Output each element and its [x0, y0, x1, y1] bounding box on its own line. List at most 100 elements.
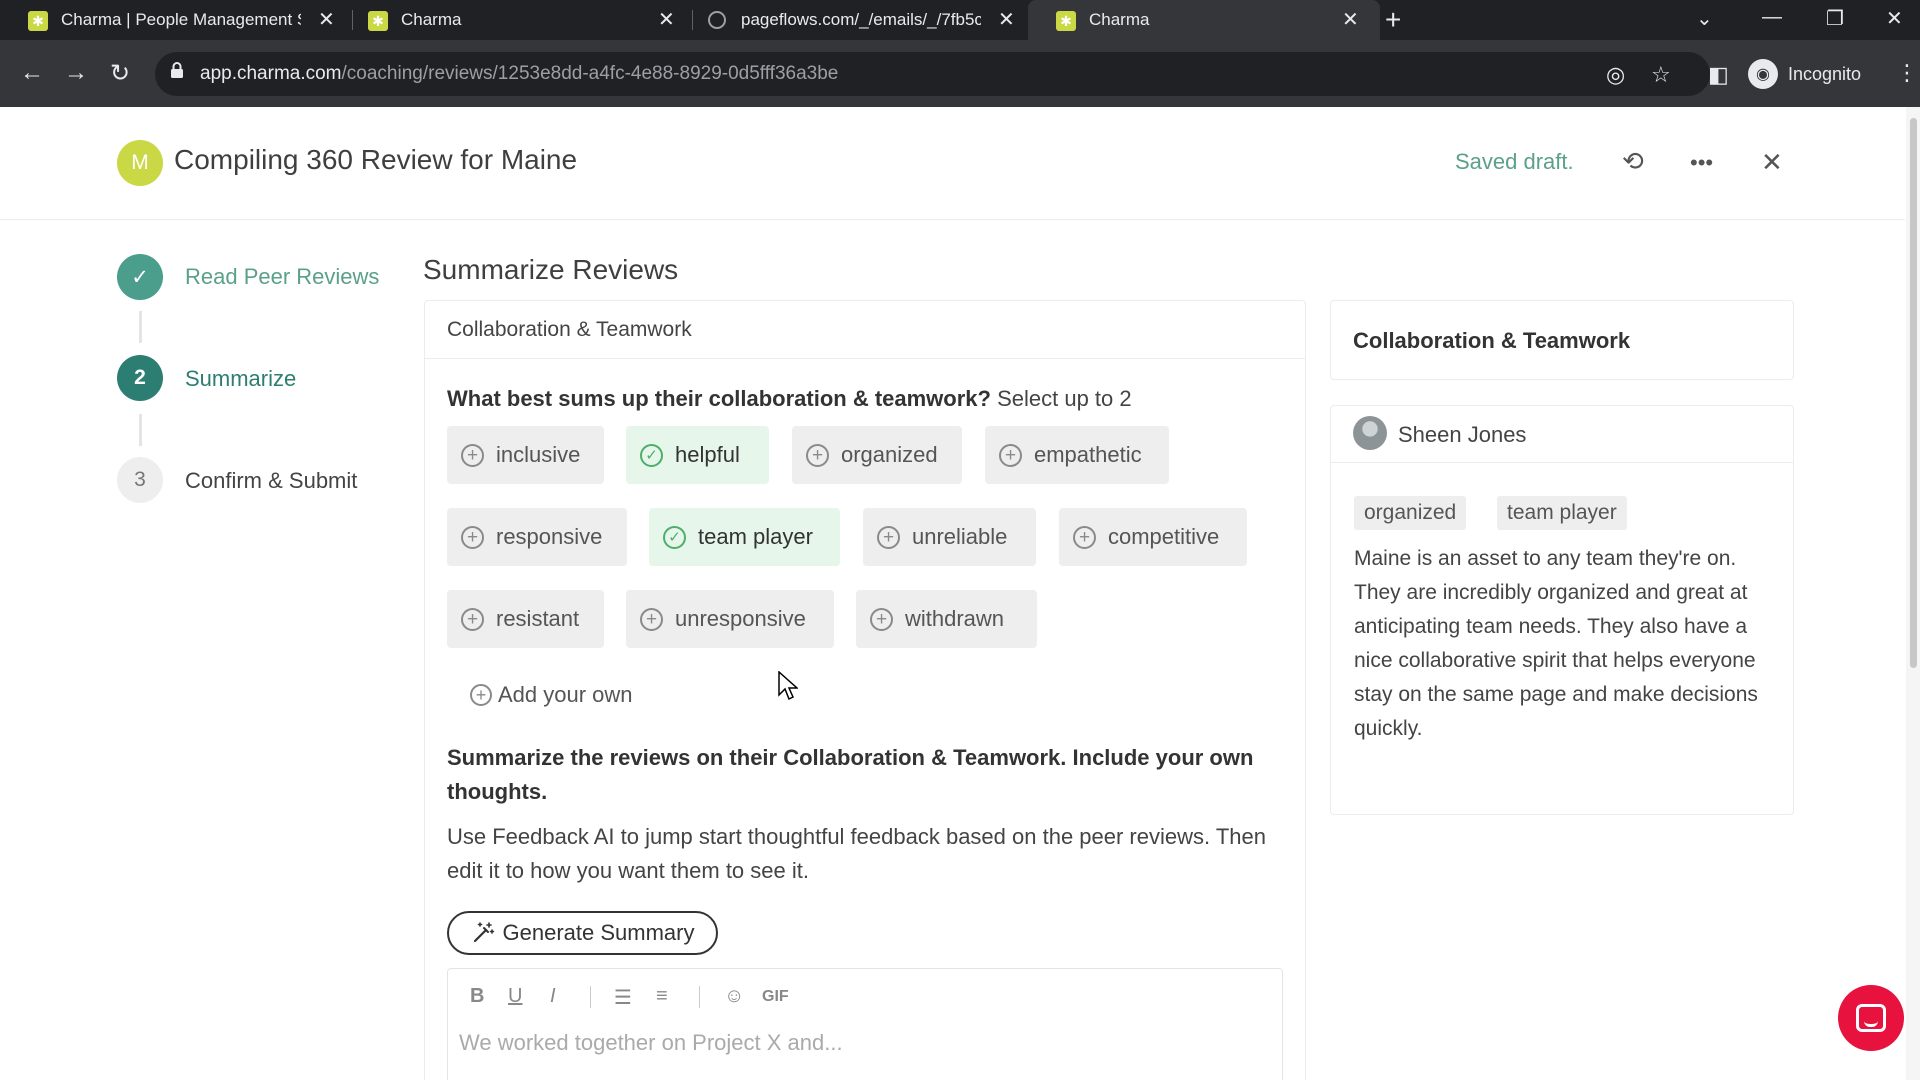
- editor-placeholder[interactable]: We worked together on Project X and...: [459, 1030, 843, 1056]
- chip-withdrawn[interactable]: + withdrawn: [856, 590, 1037, 648]
- mouse-cursor-icon: [778, 671, 798, 701]
- reviewer-name: Sheen Jones: [1398, 422, 1527, 447]
- step-read-peer-reviews[interactable]: Read Peer Reviews: [185, 264, 379, 290]
- step-3-number: 3: [117, 457, 163, 503]
- scrollbar-thumb[interactable]: [1910, 118, 1917, 668]
- summary-prompt: Summarize the reviews on their Collabora…: [447, 745, 1254, 804]
- browser-tab-2[interactable]: ✱ Charma ✕: [340, 0, 692, 40]
- tab-search-icon[interactable]: ⌄: [1696, 6, 1713, 31]
- step-2-number: 2: [117, 355, 163, 401]
- add-your-own-button[interactable]: + Add your own: [470, 682, 633, 708]
- browser-tab-1[interactable]: ✱ Charma | People Management S ✕: [0, 0, 352, 40]
- incognito-icon: ◉: [1748, 59, 1778, 89]
- step-summarize[interactable]: Summarize: [185, 366, 296, 392]
- step-connector: [139, 414, 142, 446]
- chip-label: helpful: [675, 442, 740, 467]
- chip-label: competitive: [1108, 524, 1220, 549]
- chip-helpful[interactable]: ✓ helpful: [626, 426, 769, 484]
- browser-menu-icon[interactable]: ⋮: [1896, 60, 1918, 86]
- question-hint: Select up to 2: [997, 386, 1132, 411]
- bold-button[interactable]: B: [470, 985, 484, 1008]
- incognito-profile[interactable]: ◉ Incognito: [1748, 56, 1861, 92]
- italic-button[interactable]: I: [550, 985, 556, 1008]
- card-title: Collaboration & Teamwork: [447, 318, 692, 341]
- topic-panel-title: Collaboration & Teamwork: [1353, 328, 1631, 353]
- step-confirm-submit[interactable]: Confirm & Submit: [185, 468, 357, 494]
- generate-summary-label: Generate Summary: [502, 920, 695, 945]
- check-circle-icon: ✓: [640, 443, 663, 467]
- url-text[interactable]: app.charma.com/coaching/reviews/1253e8dd…: [200, 63, 838, 85]
- eye-off-icon[interactable]: ◎: [1606, 62, 1625, 88]
- chat-icon: [1856, 1004, 1886, 1032]
- save-status: Saved draft.: [1455, 149, 1574, 174]
- add-circle-icon: +: [1073, 525, 1096, 549]
- add-circle-icon: +: [461, 525, 484, 549]
- chip-resistant[interactable]: + resistant: [447, 590, 604, 648]
- history-icon[interactable]: ⟲: [1622, 146, 1644, 177]
- chip-responsive[interactable]: + responsive: [447, 508, 627, 566]
- add-circle-icon: +: [470, 684, 492, 706]
- forward-icon[interactable]: →: [64, 59, 88, 87]
- generate-summary-button[interactable]: Generate Summary: [447, 911, 718, 955]
- underline-button[interactable]: U: [508, 985, 522, 1008]
- browser-tab-3[interactable]: pageflows.com/_/emails/_/7fb5c ✕: [680, 0, 1032, 40]
- add-circle-icon: +: [870, 607, 893, 631]
- more-options-icon[interactable]: •••: [1690, 150, 1713, 176]
- review-text: Maine is an asset to any team they're on…: [1354, 547, 1758, 740]
- numbered-list-icon[interactable]: ≡: [656, 985, 668, 1008]
- chip-label: inclusive: [496, 442, 581, 467]
- add-circle-icon: +: [461, 443, 484, 467]
- close-tab-icon[interactable]: ✕: [658, 7, 675, 32]
- review-tag: team player: [1497, 496, 1627, 530]
- restore-icon[interactable]: ❐: [1826, 6, 1844, 31]
- chip-organized[interactable]: + organized: [792, 426, 962, 484]
- close-tab-icon[interactable]: ✕: [1342, 7, 1359, 32]
- star-icon[interactable]: ☆: [1651, 62, 1671, 88]
- chip-label: responsive: [496, 524, 603, 549]
- chip-empathetic[interactable]: + empathetic: [985, 426, 1169, 484]
- url-host: app.charma.com: [200, 63, 342, 84]
- add-circle-icon: +: [461, 607, 484, 631]
- step-1-check-icon: ✓: [117, 254, 163, 300]
- step-connector: [139, 311, 142, 343]
- section-title: Summarize Reviews: [423, 254, 679, 285]
- charma-favicon-icon: ✱: [1056, 11, 1076, 31]
- feedback-ai-description: Use Feedback AI to jump start thoughtful…: [447, 824, 1266, 883]
- add-circle-icon: +: [806, 443, 829, 467]
- question-text: What best sums up their collaboration & …: [447, 386, 1132, 412]
- magic-wand-icon: [473, 922, 494, 943]
- summary-editor[interactable]: [447, 968, 1283, 1080]
- bullet-list-icon[interactable]: ☰: [614, 985, 632, 1010]
- chip-competitive[interactable]: + competitive: [1059, 508, 1247, 566]
- close-tab-icon[interactable]: ✕: [998, 7, 1015, 32]
- side-panel-icon[interactable]: ◧: [1708, 62, 1729, 88]
- close-icon[interactable]: ✕: [1761, 147, 1783, 178]
- tab-title: Charma: [401, 10, 462, 29]
- reload-icon[interactable]: ↻: [110, 59, 130, 88]
- window-close-icon[interactable]: ✕: [1886, 6, 1903, 31]
- tab-title: pageflows.com/_/emails/_/7fb5c: [741, 10, 981, 29]
- toolbar-divider: [590, 986, 591, 1008]
- browser-tab-bar: ✱ Charma | People Management S ✕ ✱ Charm…: [0, 0, 1920, 40]
- chip-inclusive[interactable]: + inclusive: [447, 426, 604, 484]
- chip-team-player[interactable]: ✓ team player: [649, 508, 840, 566]
- add-circle-icon: +: [640, 607, 663, 631]
- chat-launcher-button[interactable]: [1838, 985, 1904, 1051]
- back-icon[interactable]: ←: [20, 59, 44, 87]
- chip-label: unresponsive: [675, 606, 806, 631]
- browser-tab-4-active[interactable]: ✱ Charma ✕: [1028, 0, 1380, 40]
- gif-button[interactable]: GIF: [762, 988, 789, 1006]
- add-own-label: Add your own: [498, 682, 633, 707]
- minimize-icon[interactable]: —: [1762, 6, 1782, 29]
- charma-favicon-icon: ✱: [28, 11, 48, 31]
- reviewer-avatar: [1353, 416, 1387, 450]
- chip-unresponsive[interactable]: + unresponsive: [626, 590, 834, 648]
- emoji-icon[interactable]: ☺: [724, 985, 744, 1008]
- avatar: M: [117, 140, 163, 186]
- close-tab-icon[interactable]: ✕: [318, 7, 335, 32]
- new-tab-icon[interactable]: +: [1385, 4, 1401, 36]
- url-path: /coaching/reviews/1253e8dd-a4fc-4e88-892…: [341, 63, 839, 84]
- chip-unreliable[interactable]: + unreliable: [863, 508, 1036, 566]
- add-circle-icon: +: [877, 525, 900, 549]
- check-circle-icon: ✓: [663, 525, 686, 549]
